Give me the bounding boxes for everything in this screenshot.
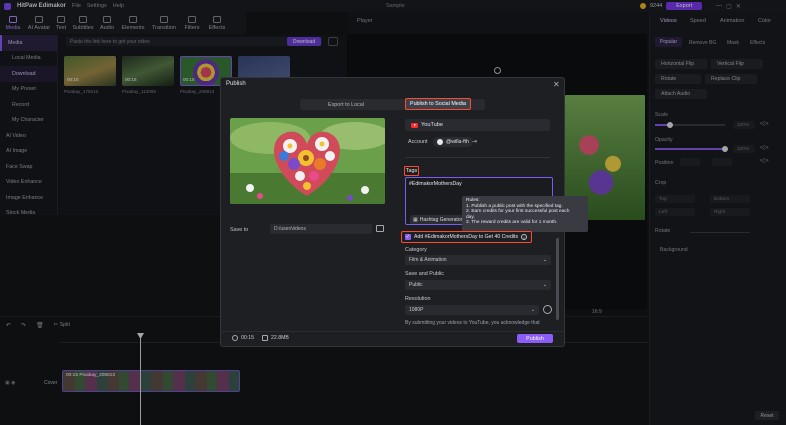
chevron-down-icon: ⌄ (542, 282, 547, 288)
switch-account-icon[interactable]: ⇥ (472, 138, 477, 145)
publish-button[interactable]: Publish (517, 334, 553, 343)
divider (405, 157, 550, 158)
info-icon[interactable]: i (521, 234, 528, 240)
youtube-icon (411, 122, 418, 128)
dialog-title: Publish (226, 81, 246, 87)
account-chip[interactable]: @willa-fth (433, 137, 473, 147)
save-to-label: Save to (230, 227, 249, 233)
platform-select[interactable]: YouTube (405, 119, 550, 131)
resolution-label: Resolution (405, 296, 431, 302)
generator-icon: ▦ (413, 216, 418, 223)
export-info: 00:15 22.8MB (232, 335, 289, 341)
avatar (437, 139, 443, 145)
hashtag-generator-button[interactable]: ▦ Hashtag Generator (410, 215, 464, 224)
visibility-select[interactable]: Public ⌄ (405, 280, 551, 290)
resolution-select[interactable]: 1080P ⌄ (405, 305, 539, 315)
account-label: Account (408, 139, 428, 145)
file-icon (261, 335, 268, 341)
tab-export-local[interactable]: Export to Local (302, 100, 390, 109)
file-size: 22.8MB (270, 335, 289, 341)
disclaimer-text: By submitting your videos to YouTube, yo… (405, 320, 540, 326)
clock-icon (232, 335, 238, 341)
chevron-down-icon: ⌄ (542, 257, 547, 263)
video-preview (230, 118, 385, 204)
tab-publish-social[interactable]: Publish to Social Media (405, 98, 471, 110)
category-select[interactable]: Film & Animation ⌄ (405, 255, 551, 265)
tags-label: Tags (404, 166, 419, 176)
credit-tag-checkbox[interactable]: ✓ Add #EdimakorMothersDay to Get 40 Cred… (401, 231, 532, 243)
dialog-scrollbar[interactable] (556, 238, 559, 320)
close-icon[interactable]: ✕ (553, 80, 560, 89)
checkbox-checked-icon[interactable]: ✓ (405, 234, 411, 240)
rules-tooltip: Rules: 1. Publish a public post with the… (462, 196, 588, 232)
video-duration: 00:15 (241, 335, 254, 341)
chevron-down-icon: ⌄ (530, 307, 535, 313)
flower-heart-image (230, 118, 385, 204)
save-public-label: Save and Public (405, 271, 444, 277)
save-path-field[interactable]: D:/user/videos (270, 224, 372, 234)
folder-icon[interactable] (376, 225, 384, 232)
category-label: Category (405, 247, 427, 253)
gear-icon[interactable] (543, 305, 552, 314)
